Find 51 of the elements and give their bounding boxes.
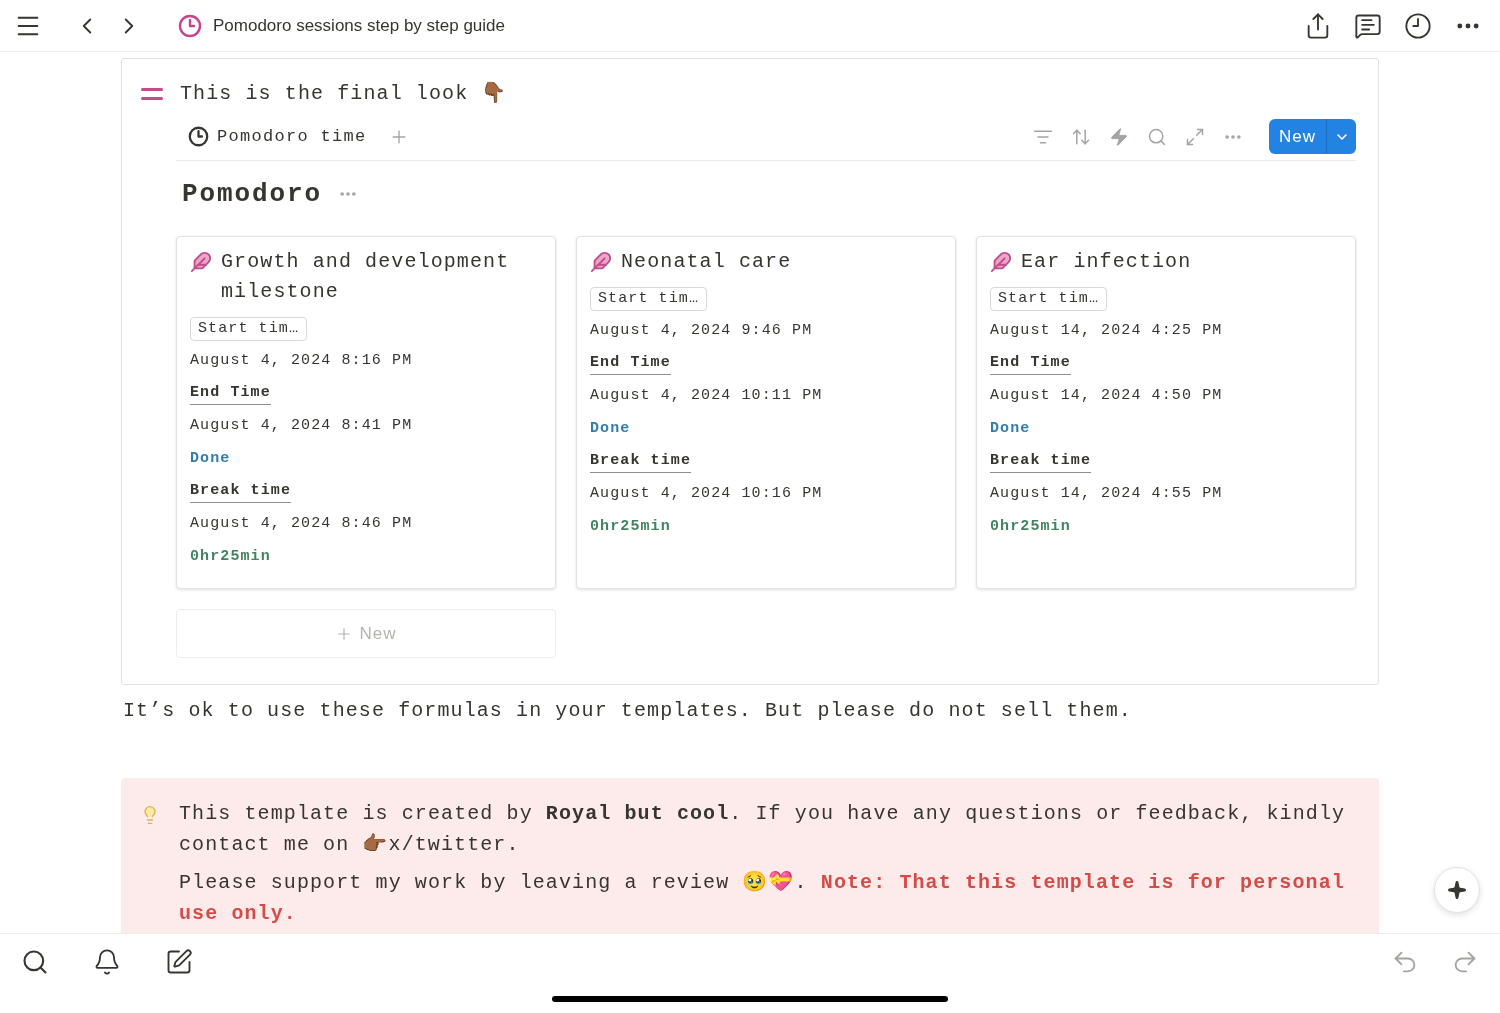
property-label: End Time xyxy=(590,352,671,375)
property-label: Break time xyxy=(190,480,291,503)
board-card[interactable]: Ear infection Start tim… August 14, 2024 4:25 PM End Time August 14, 2024 4:50 PM Done Break time August 14, 2024 4:55 PM 0hr25min xyxy=(976,236,1356,590)
clock-icon[interactable] xyxy=(1404,11,1432,40)
paragraph-text: It’s ok to use these formulas in your templates. But please do not sell them. xyxy=(122,698,1133,725)
page-title: Pomodoro sessions step by step guide xyxy=(213,14,505,37)
date-text: August 4, 2024 10:16 PM xyxy=(590,484,823,505)
status-text: Done xyxy=(990,419,1031,440)
compose-icon[interactable] xyxy=(165,948,193,976)
duration-text: 0hr25min xyxy=(590,516,671,537)
view-tab[interactable]: Pomodoro time xyxy=(176,120,371,153)
date-text: August 4, 2024 9:46 PM xyxy=(590,321,813,342)
property-label: Break time xyxy=(990,450,1091,473)
property-tag: Start tim… xyxy=(590,287,707,311)
property-tag: Start tim… xyxy=(190,317,307,341)
callout-text: Please support my work by leaving a review 🥹💝. Note: That this template is for personal use only. xyxy=(179,870,1346,928)
feather-icon xyxy=(990,251,1012,273)
property-label: End Time xyxy=(190,382,271,405)
callout-text: This template is created by Royal but cool. If you have any questions or feedback, kindly contact me on 👉🏾x/twitter. xyxy=(179,801,1347,859)
status-text: Done xyxy=(190,449,231,470)
property-label: Break time xyxy=(590,450,691,473)
equals-icon xyxy=(141,88,163,100)
clock-icon xyxy=(178,13,202,38)
date-text: August 4, 2024 8:46 PM xyxy=(190,514,413,535)
date-text: August 14, 2024 4:55 PM xyxy=(990,484,1223,505)
card-title: Growth and development milestone xyxy=(221,249,511,305)
date-text: August 4, 2024 8:16 PM xyxy=(190,351,413,372)
property-label: End Time xyxy=(990,352,1071,375)
bell-icon[interactable] xyxy=(93,948,121,976)
duration-text: 0hr25min xyxy=(190,546,271,567)
search-icon[interactable] xyxy=(21,948,49,976)
ai-assistant-button[interactable] xyxy=(1434,867,1480,913)
database-title: Pomodoro xyxy=(182,178,323,211)
board-card[interactable]: Neonatal care Start tim… August 4, 2024 9:46 PM End Time August 4, 2024 10:11 PM Done Break time August 4, 2024 10:16 PM 0hr25min xyxy=(576,236,956,590)
board-card[interactable]: Growth and development milestone Start tim… August 4, 2024 8:16 PM End Time August 4, 2024 8:41 PM Done Break time August 4, 2024 8:46 PM 0hr25min xyxy=(176,236,556,590)
duration-text: 0hr25min xyxy=(990,516,1071,537)
sparkle-icon xyxy=(1447,880,1467,900)
feather-icon xyxy=(590,251,612,273)
status-text: Done xyxy=(590,419,631,440)
property-tag: Start tim… xyxy=(990,287,1107,311)
date-text: August 4, 2024 10:11 PM xyxy=(590,386,823,407)
new-options-button[interactable] xyxy=(1326,119,1356,154)
card-title: Neonatal care xyxy=(621,249,792,275)
date-text: August 14, 2024 4:25 PM xyxy=(990,321,1223,342)
date-text: August 4, 2024 8:41 PM xyxy=(190,416,413,437)
clock-icon xyxy=(188,126,209,147)
toggle-title: This is the final look 👇🏾 xyxy=(180,81,508,107)
feather-icon xyxy=(190,251,212,273)
card-title: Ear infection xyxy=(1021,249,1192,275)
new-button[interactable]: New xyxy=(1269,119,1326,154)
date-text: August 14, 2024 4:50 PM xyxy=(990,386,1223,407)
